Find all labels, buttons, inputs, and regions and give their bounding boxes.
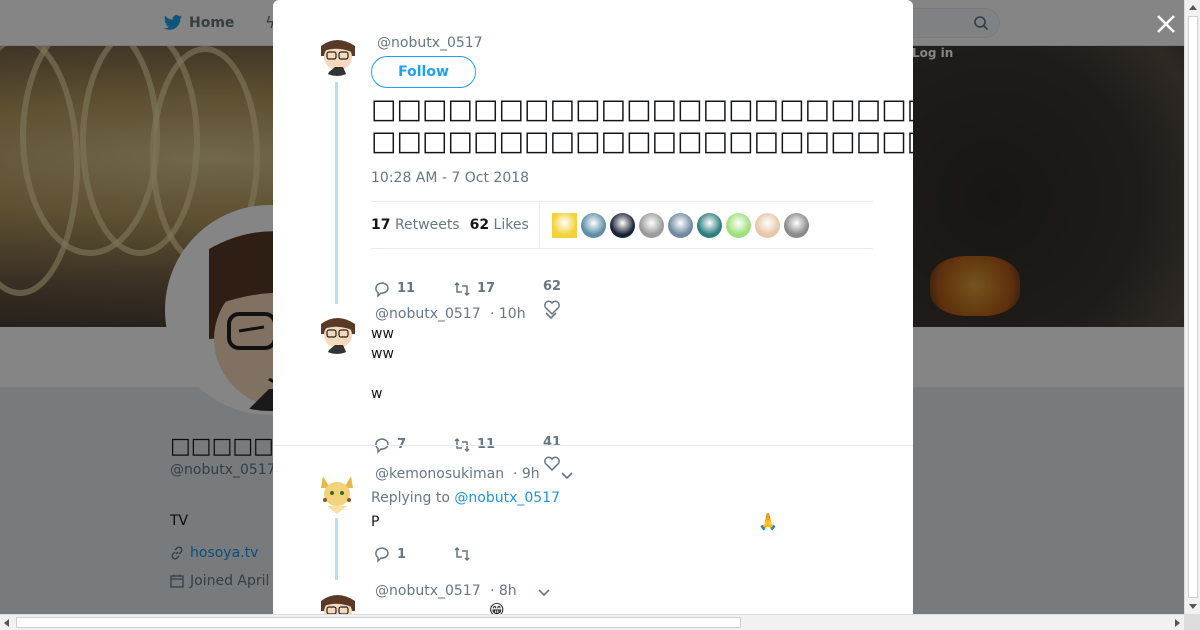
heart-icon [544,456,560,472]
chevron-down-icon[interactable] [560,471,574,481]
reply-avatar[interactable] [315,310,359,354]
like-count: 41 [543,435,562,450]
reply-icon [375,281,389,298]
reply-handle[interactable]: @kemonosukiman [375,466,504,482]
scrollbar-corner [1184,614,1200,630]
reply-count: 11 [397,281,416,296]
retweet-count: 17 [371,217,391,233]
reply-time[interactable]: · 9h [513,466,540,482]
retweet-count: 17 [477,281,496,296]
grin-emoji: 😁 [489,601,505,614]
reply-button[interactable]: 1 [373,545,453,563]
tweet-modal: @nobutx_0517 Follow □□□□□□□□□□□□□□□□□□□□… [273,0,913,614]
user-avatar[interactable] [609,212,635,238]
user-avatar[interactable] [696,212,722,238]
replying-to: Replying to @nobutx_0517 [371,490,560,506]
reply-actions: 1 [373,545,543,563]
scroll-down-arrow[interactable] [1189,604,1197,609]
tweet-text: □□□□□□□□□□□□□□□□□□□□□ □□□□□□□□□□□□□□□□□□□… [371,94,913,157]
pray-emoji: 🙏 [758,512,778,531]
tweet-stats: 17 Retweets 62 Likes [371,201,873,249]
scroll-right-arrow[interactable] [1175,619,1180,627]
cartoon-face-icon [315,587,359,614]
retweet-stat[interactable]: 17 Retweets [371,217,460,233]
retweet-icon [454,546,470,562]
stats-divider [538,202,540,248]
scrollbar-thumb[interactable] [1188,16,1198,598]
reply-time[interactable]: · 8h [490,583,517,599]
thread-line [335,518,338,580]
scrollbar-thumb[interactable] [16,617,741,628]
cartoon-face-icon [315,310,359,354]
author-handle[interactable]: @nobutx_0517 [377,35,483,51]
horizontal-scrollbar[interactable] [0,614,1184,630]
reply-avatar[interactable] [315,587,359,614]
reply-avatar[interactable] [315,470,359,514]
close-icon[interactable] [1154,12,1178,36]
scroll-left-arrow[interactable] [4,619,9,627]
like-stat[interactable]: 62 Likes [470,217,529,233]
serval-avatar-icon [315,470,359,514]
author-avatar[interactable] [315,32,359,76]
scroll-up-arrow[interactable] [1189,5,1197,10]
reply-time[interactable]: · 10h [490,306,526,322]
chevron-down-icon[interactable] [537,588,551,598]
like-count: 62 [543,279,562,294]
reply-handle[interactable]: @nobutx_0517 [375,583,481,599]
cartoon-face-icon [315,32,359,76]
user-avatar[interactable] [667,212,693,238]
reply-icon [375,547,389,563]
reply-divider [273,445,913,446]
tweet-timestamp[interactable]: 10:28 AM - 7 Oct 2018 [371,170,529,186]
like-count: 62 [469,217,490,233]
retweet-button[interactable] [453,545,543,563]
retweet-button[interactable]: 17 [453,280,543,298]
reply-text: ww ww w [371,326,394,402]
retweet-label: Retweets [394,217,460,233]
like-button[interactable]: 41 [543,435,561,472]
reply-text: P [371,514,380,530]
vertical-scrollbar[interactable] [1184,0,1200,614]
thread-line [335,82,338,304]
like-label: Likes [493,217,529,233]
follow-button[interactable]: Follow [371,56,476,88]
replying-prefix: Replying to [371,490,450,506]
user-avatar[interactable] [754,212,780,238]
likers-list [551,212,809,238]
retweet-icon [454,281,470,296]
user-avatar[interactable] [725,212,751,238]
reply-handle[interactable]: @nobutx_0517 [375,306,481,322]
replying-to-link[interactable]: @nobutx_0517 [454,490,560,506]
user-avatar[interactable] [638,212,664,238]
reply-count: 1 [397,546,407,562]
reply-button[interactable]: 11 [373,280,453,298]
cheese-avatar[interactable] [551,212,577,238]
user-avatar[interactable] [783,212,809,238]
user-avatar[interactable] [580,212,606,238]
chevron-down-icon[interactable] [544,311,558,321]
